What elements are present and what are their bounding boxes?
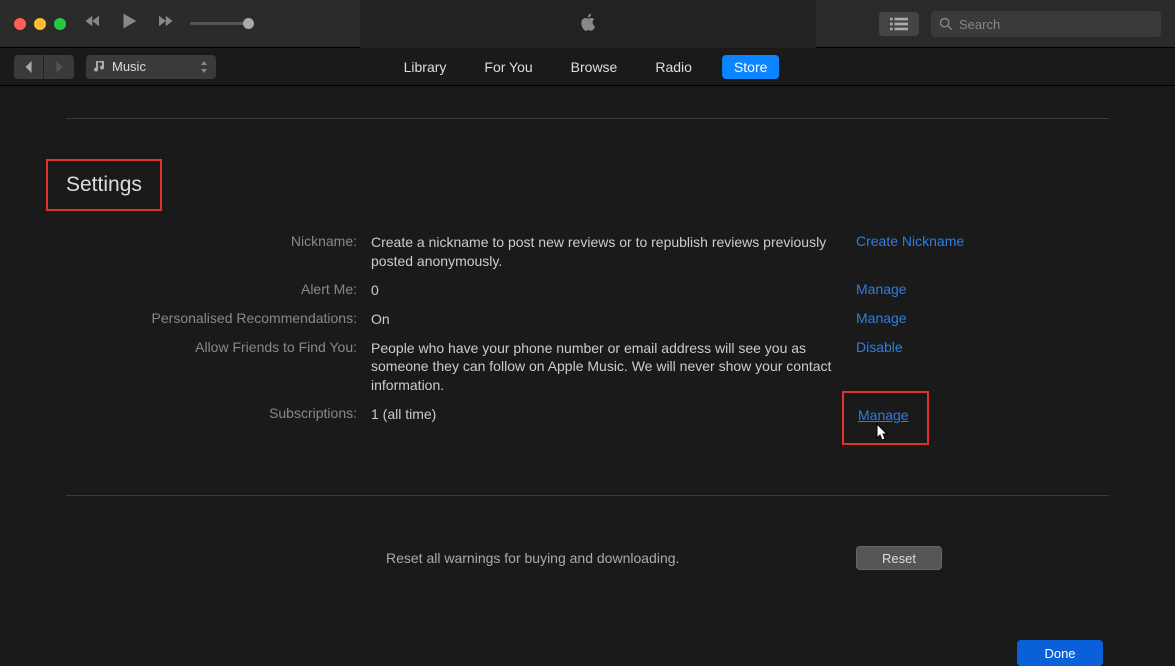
alert-value: 0 — [371, 281, 856, 300]
alert-label: Alert Me: — [66, 281, 371, 297]
row-friends: Allow Friends to Find You: People who ha… — [66, 339, 1109, 396]
done-button[interactable]: Done — [1017, 640, 1103, 666]
tab-store[interactable]: Store — [722, 55, 779, 79]
friends-value: People who have your phone number or ema… — [371, 339, 856, 396]
updown-chevron-icon — [200, 61, 208, 73]
minimize-window[interactable] — [34, 18, 46, 30]
previous-track-button[interactable] — [84, 12, 102, 35]
subs-value: 1 (all time) — [371, 405, 856, 424]
nav-bar: Music Library For You Browse Radio Store — [0, 48, 1175, 86]
tab-library[interactable]: Library — [396, 55, 455, 79]
back-button[interactable] — [14, 55, 44, 79]
play-button[interactable] — [118, 10, 140, 37]
search-input[interactable] — [959, 17, 1153, 32]
create-nickname-link[interactable]: Create Nickname — [856, 233, 964, 249]
divider — [66, 495, 1109, 496]
media-kind-label: Music — [112, 59, 194, 74]
titlebar — [0, 0, 1175, 48]
apple-logo-icon — [578, 10, 598, 39]
row-recommendations: Personalised Recommendations: On Manage — [66, 310, 1109, 329]
reset-row: Reset all warnings for buying and downlo… — [66, 546, 1109, 570]
playback-controls — [84, 10, 250, 37]
divider — [66, 118, 1109, 119]
settings-title: Settings — [46, 159, 162, 211]
subscriptions-highlight: Manage — [842, 391, 929, 445]
media-kind-selector[interactable]: Music — [86, 55, 216, 79]
nickname-label: Nickname: — [66, 233, 371, 249]
volume-slider[interactable] — [190, 22, 250, 25]
subs-label: Subscriptions: — [66, 405, 371, 421]
recs-label: Personalised Recommendations: — [66, 310, 371, 326]
tab-for-you[interactable]: For You — [476, 55, 540, 79]
friends-label: Allow Friends to Find You: — [66, 339, 371, 355]
music-note-icon — [94, 61, 106, 73]
search-field[interactable] — [931, 11, 1161, 37]
nickname-value: Create a nickname to post new reviews or… — [371, 233, 856, 271]
reset-text: Reset all warnings for buying and downlo… — [66, 550, 856, 566]
nav-tabs: Library For You Browse Radio Store — [396, 55, 780, 79]
forward-button[interactable] — [44, 55, 74, 79]
recs-manage-link[interactable]: Manage — [856, 310, 907, 326]
list-view-button[interactable] — [879, 12, 919, 36]
zoom-window[interactable] — [54, 18, 66, 30]
row-subscriptions: Subscriptions: 1 (all time) Manage — [66, 405, 1109, 445]
alert-manage-link[interactable]: Manage — [856, 281, 907, 297]
now-playing-display — [360, 0, 816, 48]
close-window[interactable] — [14, 18, 26, 30]
search-icon — [939, 17, 953, 31]
tab-radio[interactable]: Radio — [647, 55, 700, 79]
reset-button[interactable]: Reset — [856, 546, 942, 570]
recs-value: On — [371, 310, 856, 329]
tab-browse[interactable]: Browse — [563, 55, 626, 79]
row-nickname: Nickname: Create a nickname to post new … — [66, 233, 1109, 271]
next-track-button[interactable] — [156, 12, 174, 35]
window-controls — [14, 18, 66, 30]
friends-disable-link[interactable]: Disable — [856, 339, 903, 355]
row-alert-me: Alert Me: 0 Manage — [66, 281, 1109, 300]
subs-manage-link[interactable]: Manage — [858, 407, 909, 423]
cursor-icon — [874, 423, 890, 443]
